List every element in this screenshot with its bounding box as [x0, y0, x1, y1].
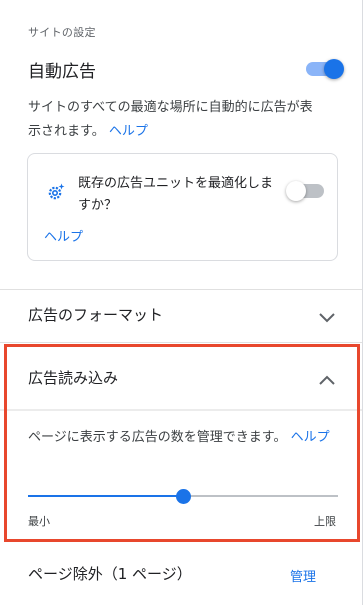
manage-exclusions-link[interactable]: 管理 [290, 566, 316, 585]
auto-ads-help-link[interactable]: ヘルプ [109, 124, 148, 139]
optimize-ad-units-text: 既存の広告ユニットを最適化しますか？ [78, 176, 274, 213]
optimize-ad-units-card: 既存の広告ユニットを最適化しますか？ ヘルプ [27, 153, 338, 261]
toggle-knob [286, 181, 306, 201]
divider [0, 342, 362, 343]
gear-sparkle-icon [46, 182, 66, 202]
ad-format-title[interactable]: 広告のフォーマット [28, 304, 163, 325]
auto-ads-toggle[interactable] [306, 59, 344, 79]
auto-ads-description: サイトのすべての最適な場所に自動的に広告が表示されます。 ヘルプ [28, 96, 318, 144]
toggle-knob [324, 59, 344, 79]
auto-ads-title: 自動広告 [28, 62, 96, 82]
optimize-help-link[interactable]: ヘルプ [44, 226, 83, 245]
section-label: サイトの設定 [28, 26, 96, 39]
page-exclusions-title: ページ除外（1 ページ） [28, 565, 192, 583]
divider [0, 289, 362, 290]
auto-ads-description-text: サイトのすべての最適な場所に自動的に広告が表示されます。 [28, 100, 313, 139]
chevron-down-icon[interactable] [318, 309, 336, 323]
highlight-box [4, 344, 360, 542]
optimize-ad-units-toggle[interactable] [286, 181, 324, 201]
